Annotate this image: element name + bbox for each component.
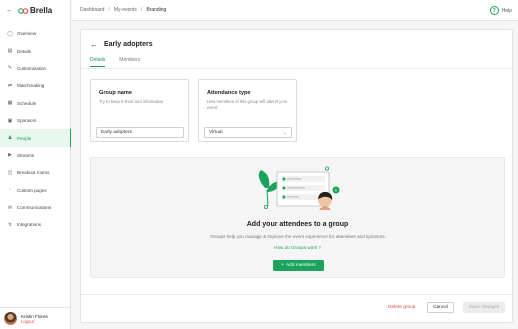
avatar[interactable] [4,312,17,325]
empty-state: + Add your attendees to a group Groups h… [90,157,505,278]
help-button[interactable]: ? Help [489,6,512,15]
footer-divider [81,294,512,295]
tab-members[interactable]: Members [119,57,140,67]
back-arrow-icon[interactable]: ← [90,40,98,49]
user-profile: Kristin Flores Logout [0,307,71,329]
matchmaking-icon: ⇄ [7,82,13,89]
sidebar-item-overview[interactable]: ◯ Overview [0,25,70,42]
attendance-type-help: How members of this group will attend yo… [207,99,288,111]
customization-icon: ✎ [7,65,13,72]
add-members-button[interactable]: + Add members [273,260,324,271]
group-name-help: Try to keep it short and informative [99,99,164,104]
logo-text: Brella [30,6,53,15]
group-name-card: Group name Try to keep it short and info… [90,79,189,142]
sidebar-item-streams[interactable]: ▶ Streams [0,147,70,164]
sidebar-item-label: Schedule [17,100,37,106]
group-card: ← Early adopters Details Members Group n… [80,29,513,323]
sidebar-item-matchmaking[interactable]: ⇄ Matchmaking [0,77,70,94]
sidebar-item-label: Customization [17,65,47,71]
sidebar-item-label: Custom pages [17,187,47,193]
communications-icon: ✉ [7,204,13,211]
user-name: Kristin Flores [21,313,48,319]
details-icon: ▤ [7,48,13,55]
sidebar-item-label: People [17,135,32,141]
sidebar-item-communications[interactable]: ✉ Communications [0,199,70,216]
sidebar-item-label: Details [17,48,32,54]
group-name-input[interactable]: Early adopters [96,127,184,138]
cancel-button[interactable]: Cancel [427,302,454,313]
custom-pages-icon: ▫ [9,187,11,194]
sidebar-item-integrations[interactable]: ↯ Integrations [0,216,70,233]
svg-text:+: + [335,188,338,194]
attendance-type-title: Attendance type [207,90,251,96]
page-title: Early adopters [104,41,153,48]
brella-logo-icon [18,7,29,14]
sidebar-item-schedule[interactable]: ▦ Schedule [0,95,70,112]
tab-divider [81,68,512,69]
sidebar-item-sponsors[interactable]: ▣ Sponsors [0,112,70,129]
breakout-rooms-icon: ◫ [7,169,13,176]
brella-logo[interactable]: Brella [18,6,52,15]
attendance-type-card: Attendance type How members of this grou… [198,79,297,142]
group-name-value: Early adopters [101,130,132,135]
back-arrow-icon[interactable]: ← [6,7,13,14]
sidebar-item-details[interactable]: ▤ Details [0,42,70,59]
streams-icon: ▶ [8,152,12,159]
help-label: Help [501,7,512,14]
groups-help-link[interactable]: How do Groups work ? [91,245,504,250]
card-header: ← Early adopters [90,40,153,49]
sidebar-item-custom-pages[interactable]: ▫ Custom pages [0,182,70,199]
sidebar-item-label: Sponsors [17,118,37,124]
sidebar-item-customization[interactable]: ✎ Customization [0,60,70,77]
save-changes-button[interactable]: Save changes [463,302,505,313]
help-icon: ? [489,6,499,15]
attendance-type-value: Virtual [209,130,223,135]
sidebar-item-breakout-rooms[interactable]: ◫ Breakout rooms [0,164,70,181]
sidebar-item-label: Streams [17,152,35,158]
add-members-label: Add members [285,263,316,268]
breadcrumb-separator: / [108,7,110,13]
breadcrumb-dashboard[interactable]: Dashboard [80,7,104,13]
schedule-icon: ▦ [7,100,13,107]
logo-row: ← Brella [0,0,70,21]
group-name-title: Group name [99,90,132,96]
empty-state-description: Groups help you manage & improve the eve… [210,234,385,239]
delete-group-button[interactable]: Delete group [388,305,415,310]
breadcrumb-separator: / [140,7,143,13]
breadcrumb-branding: Branding [146,7,167,13]
chevron-down-icon: ⌄ [282,130,287,136]
sidebar-item-label: Matchmaking [17,83,45,89]
sponsors-icon: ▣ [7,117,13,124]
breadcrumb-my-events[interactable]: My-events [114,7,137,13]
breadcrumb: Dashboard / My-events / Branding [80,7,166,13]
people-icon: ♟ [7,135,13,142]
integrations-icon: ↯ [7,221,13,228]
tab-details[interactable]: Details [90,57,106,67]
tabs: Details Members [90,57,140,67]
sidebar-item-label: Integrations [17,222,42,228]
sidebar-item-label: Overview [17,31,37,37]
sidebar-item-label: Communications [17,205,52,211]
sidebar-item-label: Breakout rooms [17,170,50,176]
sidebar-item-people[interactable]: ♟ People [0,129,71,148]
sidebar: ← Brella ◯ Overview ▤ Details ✎ Customiz… [0,0,71,329]
top-bar: Dashboard / My-events / Branding ? Help [72,0,518,21]
group-illustration-icon: + [258,166,340,210]
sidebar-nav: ◯ Overview ▤ Details ✎ Customization ⇄ M… [0,25,71,234]
attendance-type-select[interactable]: Virtual ⌄ [204,127,292,138]
overview-icon: ◯ [7,30,13,37]
empty-state-title: Add your attendees to a group [246,221,349,228]
logout-link[interactable]: Logout [21,319,48,324]
plus-icon: + [281,263,284,268]
